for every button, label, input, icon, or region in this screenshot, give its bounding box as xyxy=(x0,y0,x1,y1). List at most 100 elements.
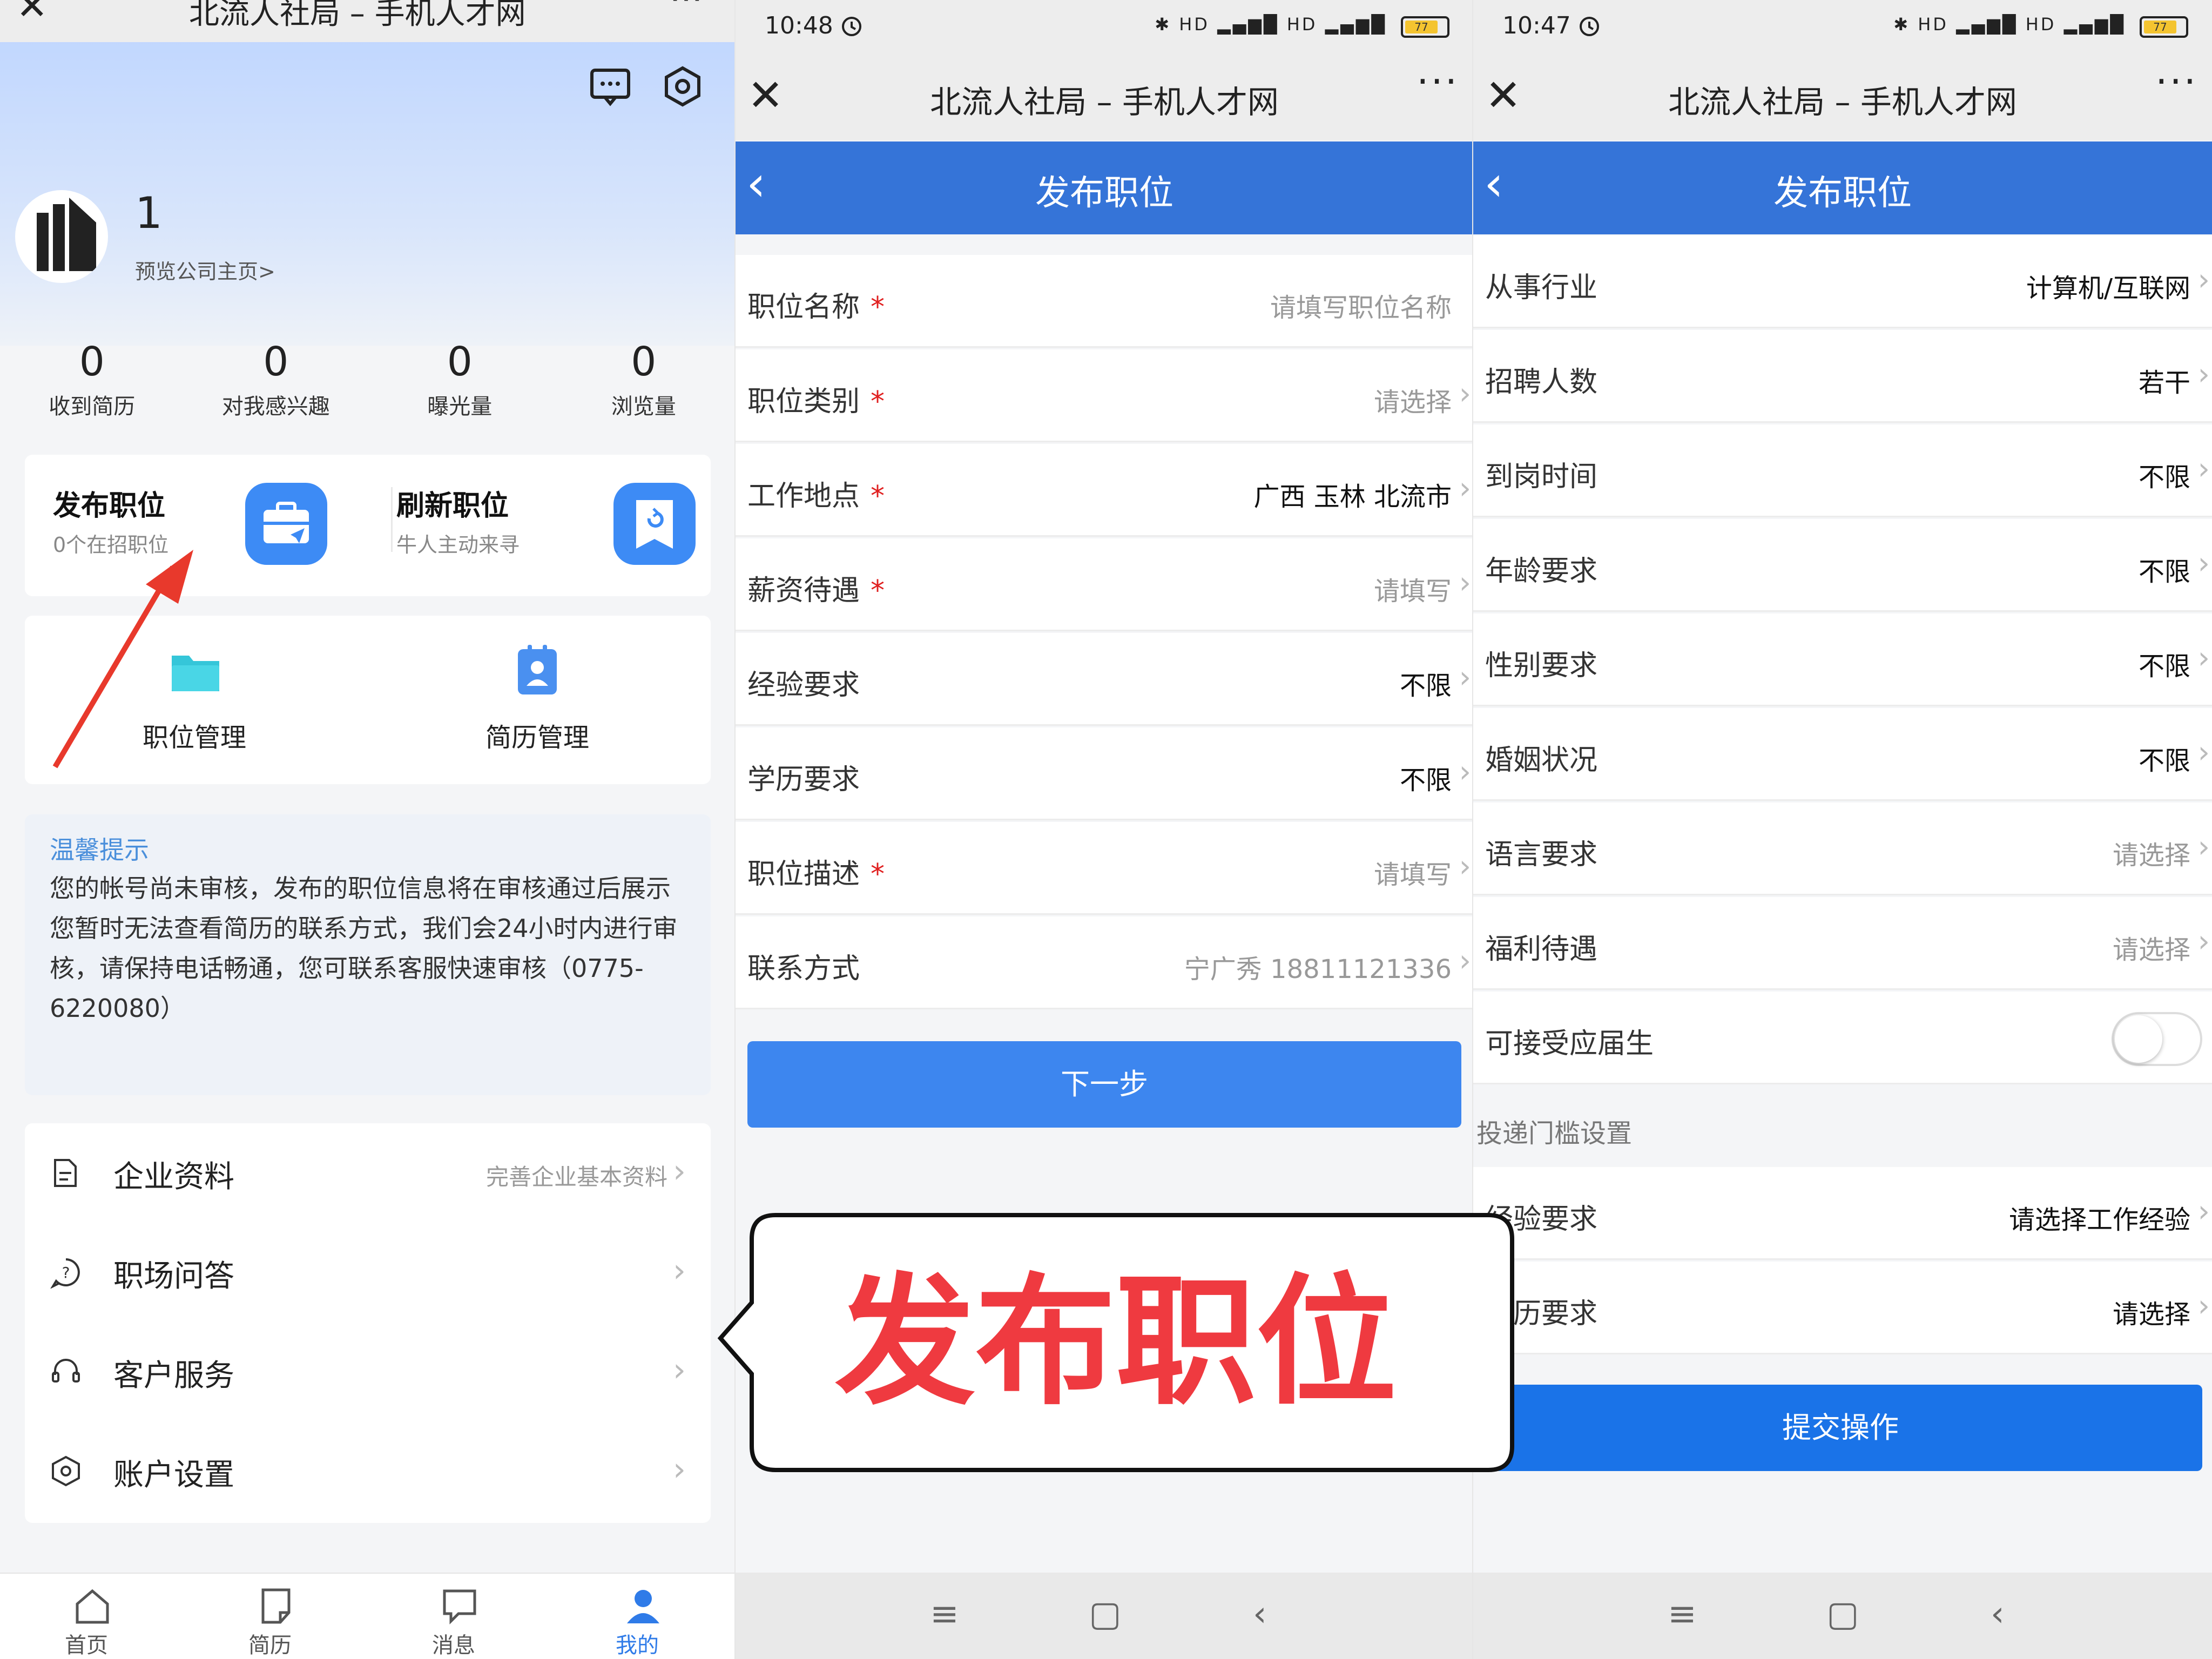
field-gender[interactable]: 性别要求 不限 › xyxy=(1473,613,2212,706)
field-threshold-experience[interactable]: 经验要求 请选择工作经验 › xyxy=(1473,1167,2212,1260)
field-start-time[interactable]: 到岗时间 不限 › xyxy=(1473,424,2212,517)
tips-line-1: 您的帐号尚未审核，发布的职位信息将在审核通过后展示 xyxy=(50,874,671,903)
battery-level: 77 xyxy=(1405,21,1438,33)
field-value: 请填写职位名称 xyxy=(1270,293,1452,323)
field-value: 不限 xyxy=(2138,557,2190,587)
field-language[interactable]: 语言要求 请选择 › xyxy=(1473,802,2212,895)
menu-item-qa[interactable]: ? 职场问答 › xyxy=(25,1223,711,1322)
field-label: 工作地点 * xyxy=(747,480,885,512)
menu-item-label: 企业资料 xyxy=(113,1159,234,1195)
tab-resume[interactable]: 简历 xyxy=(184,1574,367,1659)
window-title-bar: ✕ 北流人社局 – 手机人才网 ··· xyxy=(1473,54,2212,140)
signal-icons: ✱ HD ▂▄▆█ HD ▂▄▆█ xyxy=(1155,14,1387,35)
field-education[interactable]: 学历要求 不限 › xyxy=(736,727,1473,820)
menu-icon[interactable]: ≡ xyxy=(930,1594,959,1634)
window-title: 北流人社局 – 手机人才网 xyxy=(1668,84,2017,120)
field-job-name[interactable]: 职位名称 * 请填写职位名称 xyxy=(736,255,1473,348)
document-icon xyxy=(54,1159,77,1187)
field-salary[interactable]: 薪资待遇 * 请填写 › xyxy=(736,538,1473,631)
status-bar: 10:48 ✱ HD ▂▄▆█ HD ▂▄▆█ 77 xyxy=(736,0,1473,54)
back-nav-icon[interactable]: ‹ xyxy=(1253,1594,1267,1634)
section-heading-text: 投递门槛设置 xyxy=(1476,1118,1633,1149)
field-value: 若干 xyxy=(2138,368,2190,398)
preview-company-link[interactable]: 预览公司主页> xyxy=(135,255,275,285)
field-label: 福利待遇 xyxy=(1485,933,1598,966)
field-marital-status[interactable]: 婚姻状况 不限 › xyxy=(1473,708,2212,801)
next-step-button[interactable]: 下一步 xyxy=(747,1041,1461,1128)
close-icon[interactable]: ✕ xyxy=(16,0,48,28)
tips-line-2: 您暂时无法查看简历的联系方式，我们会24小时内进行审核，请保持电话畅通，您可联系… xyxy=(50,914,678,1023)
headset-icon xyxy=(52,1359,80,1382)
menu-item-company-profile[interactable]: 企业资料 完善企业基本资料 › xyxy=(25,1123,711,1223)
briefcase-icon xyxy=(245,483,327,565)
chevron-right-icon: › xyxy=(673,1252,686,1290)
stat-interested[interactable]: 0 对我感兴趣 xyxy=(184,335,368,432)
resume-management-button[interactable]: 简历管理 xyxy=(368,616,711,784)
field-label: 语言要求 xyxy=(1485,839,1598,871)
menu-item-customer-service[interactable]: 客户服务 › xyxy=(25,1322,711,1421)
chevron-right-icon: › xyxy=(2197,1194,2210,1229)
chat-icon xyxy=(443,1589,476,1625)
settings-icon[interactable] xyxy=(661,65,704,108)
stat-exposure[interactable]: 0 曝光量 xyxy=(368,335,552,432)
chevron-right-icon: › xyxy=(1459,376,1471,412)
stat-label: 浏览量 xyxy=(611,394,676,419)
svg-text:?: ? xyxy=(62,1264,70,1282)
field-job-category[interactable]: 职位类别 * 请选择 › xyxy=(736,349,1473,442)
refresh-job-button[interactable]: 刷新职位 牛人主动来寻 xyxy=(368,455,711,596)
chevron-right-icon: › xyxy=(1459,849,1471,884)
field-benefits[interactable]: 福利待遇 请选择 › xyxy=(1473,897,2212,990)
resume-icon xyxy=(261,1588,291,1624)
chevron-right-icon: › xyxy=(673,1451,686,1488)
refresh-job-title: 刷新职位 xyxy=(396,490,509,522)
page-title: 发布职位 xyxy=(1773,173,1912,213)
stat-value: 0 xyxy=(263,339,289,385)
more-icon[interactable]: ··· xyxy=(1417,59,1459,104)
field-label: 年龄要求 xyxy=(1485,555,1598,588)
field-value: 不限 xyxy=(2138,746,2190,776)
chevron-right-icon: › xyxy=(2197,1289,2210,1324)
more-icon[interactable]: ··· xyxy=(2155,59,2198,104)
page-nav-bar: ‹ 发布职位 xyxy=(736,141,1473,234)
field-contact[interactable]: 联系方式 宁广秀 18811121336 › xyxy=(736,916,1473,1009)
field-value: 计算机/互联网 xyxy=(2026,273,2190,304)
window-title-bar: ✕ 北流人社局 – 手机人才网 ··· xyxy=(736,54,1473,140)
resume-management-label: 简历管理 xyxy=(485,723,590,753)
menu-icon[interactable]: ≡ xyxy=(1668,1594,1697,1634)
stat-views[interactable]: 0 浏览量 xyxy=(552,335,736,432)
back-nav-icon[interactable]: ‹ xyxy=(1991,1594,2005,1634)
tips-box: 温馨提示 您的帐号尚未审核，发布的职位信息将在审核通过后展示 您暂时无法查看简历… xyxy=(25,814,711,1095)
tab-mine[interactable]: 我的 xyxy=(551,1574,734,1659)
field-value: 不限 xyxy=(2138,462,2190,493)
field-job-description[interactable]: 职位描述 * 请填写 › xyxy=(736,822,1473,915)
page-nav-bar: ‹ 发布职位 xyxy=(1473,141,2212,234)
chevron-right-icon: › xyxy=(1459,565,1471,601)
chevron-right-icon: › xyxy=(1459,471,1471,506)
field-work-location[interactable]: 工作地点 * 广西 玉林 北流市 › xyxy=(736,444,1473,537)
field-age[interactable]: 年龄要求 不限 › xyxy=(1473,519,2212,612)
resume-card-icon xyxy=(518,645,557,694)
menu-item-label: 职场问答 xyxy=(113,1259,234,1294)
company-avatar[interactable] xyxy=(15,190,108,283)
field-label: 到岗时间 xyxy=(1485,461,1598,493)
submit-button[interactable]: 提交操作 xyxy=(1479,1385,2202,1471)
refresh-bookmark-icon xyxy=(613,483,696,565)
more-icon[interactable]: ··· xyxy=(670,0,703,19)
field-experience[interactable]: 经验要求 不限 › xyxy=(736,633,1473,726)
field-threshold-education[interactable]: 学历要求 请选择 › xyxy=(1473,1262,2212,1354)
home-square-icon[interactable]: ▢ xyxy=(1089,1594,1121,1634)
battery-icon: 77 xyxy=(2140,16,2188,38)
field-industry[interactable]: 从事行业 计算机/互联网 › xyxy=(1473,235,2212,328)
field-value: 不限 xyxy=(2138,651,2190,682)
menu-item-account-settings[interactable]: 账户设置 › xyxy=(25,1421,711,1521)
stat-resumes[interactable]: 0 收到简历 xyxy=(0,335,184,432)
chevron-right-icon: › xyxy=(1459,660,1471,695)
field-value: 不限 xyxy=(1399,671,1452,701)
field-headcount[interactable]: 招聘人数 若干 › xyxy=(1473,330,2212,423)
message-icon[interactable] xyxy=(589,65,632,108)
tab-home[interactable]: 首页 xyxy=(0,1574,184,1659)
home-square-icon[interactable]: ▢ xyxy=(1826,1594,1859,1634)
tab-messages[interactable]: 消息 xyxy=(367,1574,551,1659)
field-label: 经验要求 xyxy=(747,669,860,702)
fresh-graduate-toggle[interactable] xyxy=(2112,1012,2202,1066)
